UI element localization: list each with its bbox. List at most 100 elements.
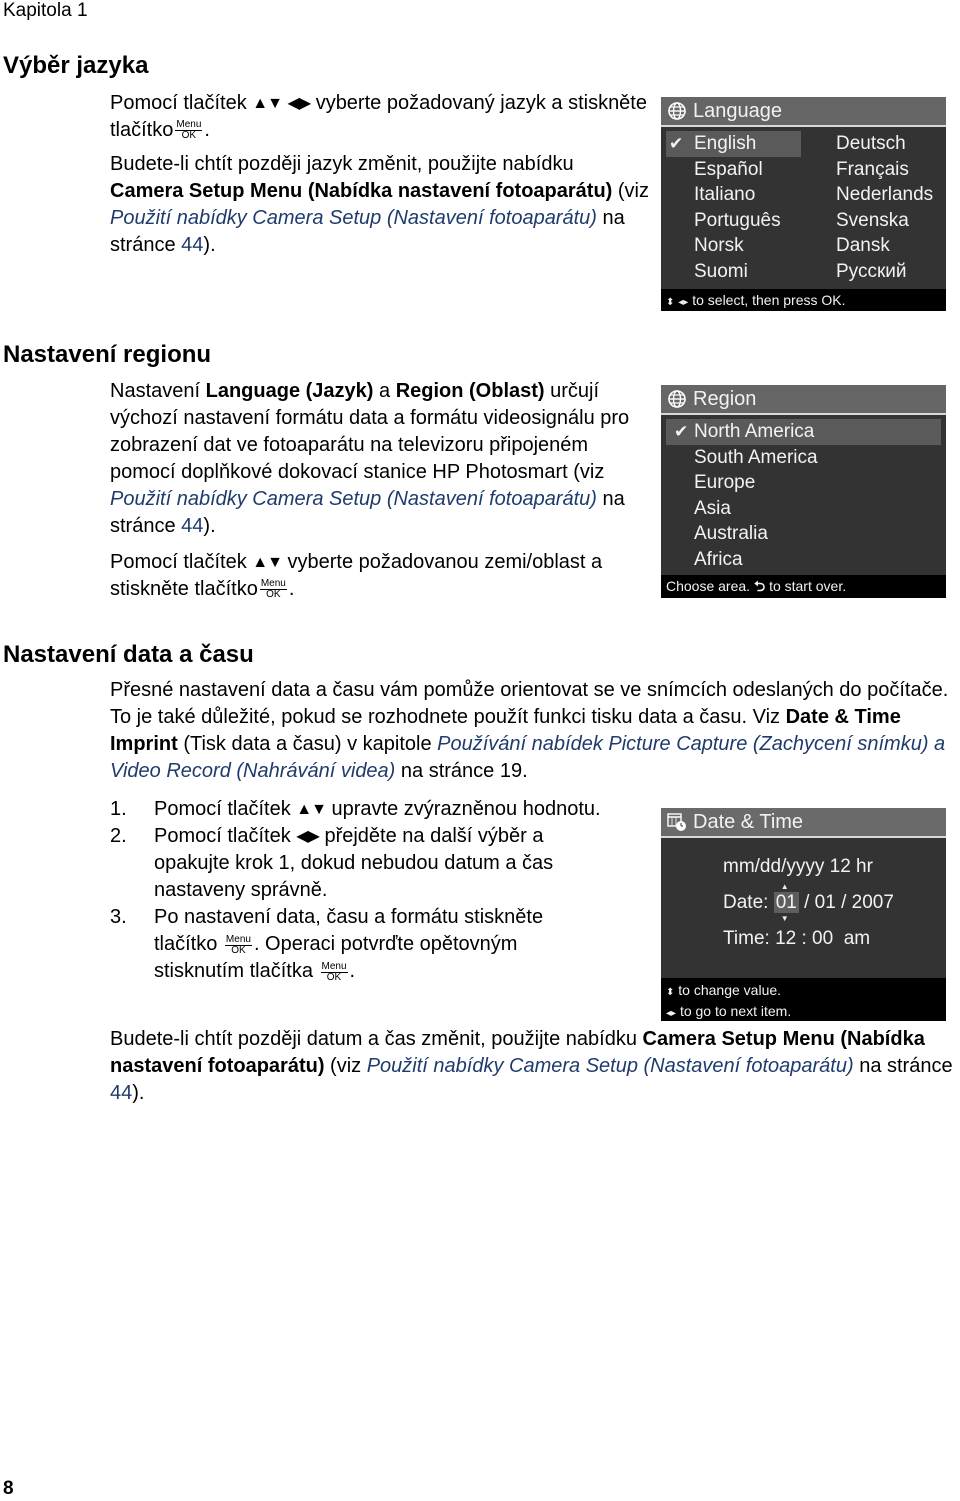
option-label: Français: [836, 158, 909, 180]
option-label: Norsk: [694, 235, 744, 257]
option-label: Italiano: [694, 184, 756, 206]
up-down-hint-icon: ⬍: [666, 987, 675, 998]
datetime-screen: Date & Time mm/dd/yyyy 12 hr Date: ▲ 01 …: [661, 808, 946, 1021]
step-item: 1. Pomocí tlačítek ▲▼ upravte zvýrazněno…: [110, 796, 610, 823]
left-right-hint-icon: ◂▸: [666, 1008, 677, 1019]
region-option[interactable]: Asia: [661, 496, 946, 522]
menu-ok-button-icon: Menu OK: [175, 120, 203, 142]
region-list: ✔ North America South America Europe Asia…: [661, 415, 946, 575]
region-option[interactable]: Australia: [661, 521, 946, 547]
language-option[interactable]: ✔ English: [666, 131, 801, 157]
language-option[interactable]: Español: [661, 157, 801, 183]
date-day-year-fields[interactable]: / 01 / 2007: [804, 892, 894, 913]
screen-title: Date & Time: [693, 811, 804, 833]
language-option[interactable]: Nederlands: [801, 182, 941, 208]
globe-icon: [668, 390, 686, 408]
option-label: Deutsch: [836, 133, 906, 154]
language-change-note: Budete-li chtít později jazyk změnit, po…: [110, 151, 650, 259]
language-list: ✔ English Español Italiano Português Nors…: [661, 127, 946, 289]
text: vyberte požadovaný jazyk a: [315, 92, 563, 114]
option-label: Português: [694, 209, 781, 231]
page-reference-link[interactable]: 44: [110, 1082, 132, 1104]
page-reference-link[interactable]: 44: [181, 234, 203, 256]
text: ).: [203, 515, 216, 537]
region-step-text: Pomocí tlačítek ▲▼ vyberte požadovanou z…: [110, 549, 655, 603]
chapter-label: Kapitola 1: [3, 0, 88, 21]
cross-reference-link[interactable]: Použití nabídky Camera Setup (Nastavení …: [367, 1055, 854, 1077]
language-option[interactable]: Русский: [801, 259, 941, 285]
text: Pomocí tlačítek: [110, 92, 247, 114]
time-field[interactable]: 12 : 00 am: [775, 928, 870, 949]
region-screen: Region ✔ North America South America Euro…: [661, 385, 946, 598]
region-option[interactable]: ✔ North America: [666, 419, 941, 445]
region-option[interactable]: Africa: [661, 547, 946, 573]
up-down-hint-icon: ⬍: [666, 297, 675, 308]
language-option[interactable]: Português: [661, 208, 801, 234]
menu-name: Camera Setup Menu (Nabídka nastavení fot…: [110, 180, 613, 203]
left-right-arrows-icon: ◀▶: [296, 828, 320, 846]
cross-reference-link[interactable]: Použití nabídky Camera Setup (Nastavení …: [110, 207, 597, 229]
screen-title-bar: Language: [661, 97, 946, 127]
section-heading-region: Nastavení regionu: [3, 341, 212, 368]
calendar-clock-icon: [667, 813, 686, 831]
option-label: South America: [694, 446, 818, 468]
step-number: 3.: [110, 906, 127, 929]
region-option[interactable]: South America: [661, 445, 946, 471]
ok-label: OK: [326, 971, 342, 983]
text: .: [349, 960, 356, 983]
page-reference-link[interactable]: 44: [181, 515, 203, 537]
menu-ok-button-icon: Menu OK: [259, 579, 287, 601]
step-item: 3. Po nastavení data, času a formátu sti…: [110, 904, 610, 985]
menu-label: Menu: [320, 960, 348, 973]
text: (Tisk data a času) v kapitole: [177, 733, 438, 755]
section-heading-language: Výběr jazyka: [3, 52, 149, 79]
language-option[interactable]: Dansk: [801, 233, 941, 259]
region-description: Nastavení Language (Jazyk) a Region (Obl…: [110, 378, 655, 540]
footer-hint: Choose area.: [666, 578, 751, 594]
ok-label: OK: [266, 589, 281, 601]
screen-title-bar: Region: [661, 385, 946, 415]
screen-title: Region: [693, 388, 757, 410]
region-option[interactable]: Europe: [661, 470, 946, 496]
text: .: [204, 119, 210, 142]
language-option[interactable]: Svenska: [801, 208, 941, 234]
checkmark-icon: ✔: [674, 422, 689, 441]
text: na stránce 19.: [395, 760, 528, 782]
datetime-steps: 1. Pomocí tlačítek ▲▼ upravte zvýrazněno…: [110, 796, 610, 985]
language-screen: Language ✔ English Español Italiano Portu…: [661, 97, 946, 311]
text: Budete-li chtít později datum a čas změn…: [110, 1028, 643, 1050]
ok-label: OK: [181, 130, 197, 142]
down-arrow-icon: ▼: [780, 914, 789, 923]
option-label: Dansk: [836, 235, 890, 257]
text: Pomocí tlačítek: [110, 551, 247, 573]
language-option[interactable]: Italiano: [661, 182, 801, 208]
language-option[interactable]: Suomi: [661, 259, 801, 285]
screen-footer: Choose area. ⮌ to start over.: [661, 575, 946, 598]
page-number: 8: [3, 1478, 14, 1499]
date-label: Date:: [723, 892, 769, 913]
text: Nastavení: [110, 380, 206, 402]
language-option[interactable]: Français: [801, 157, 941, 183]
option-label: Nederlands: [836, 184, 934, 206]
text: upravte zvýrazněnou hodnotu.: [331, 798, 601, 820]
screen-title-bar: Date & Time: [661, 808, 946, 838]
date-month-field[interactable]: 01: [773, 892, 799, 913]
ok-label: OK: [231, 944, 246, 956]
left-right-arrows-icon: ◀▶: [287, 95, 312, 113]
option-label: Europe: [694, 472, 756, 494]
language-option[interactable]: Deutsch: [801, 131, 941, 157]
screen-footer: ⬍ to change value. ◂▸ to go to next item…: [661, 978, 946, 1021]
back-arrow-icon: ⮌: [753, 578, 766, 594]
left-right-hint-icon: ◂▸: [678, 297, 689, 308]
footer-hint: to start over.: [769, 578, 847, 594]
option-label: Australia: [694, 523, 768, 545]
step-item: 2. Pomocí tlačítek ◀▶ přejděte na další …: [110, 823, 610, 904]
screen-footer: ⬍ ◂▸ to select, then press OK.: [661, 289, 946, 311]
region-instructions: Nastavení Language (Jazyk) a Region (Obl…: [110, 378, 655, 603]
option-label: North America: [694, 421, 815, 442]
date-format-setting[interactable]: mm/dd/yyyy 12 hr: [723, 856, 873, 878]
datetime-intro: Přesné nastavení data a času vám pomůže …: [110, 677, 958, 785]
language-option[interactable]: Norsk: [661, 233, 801, 259]
text: ).: [203, 234, 216, 257]
cross-reference-link[interactable]: Použití nabídky Camera Setup (Nastavení …: [110, 488, 597, 510]
